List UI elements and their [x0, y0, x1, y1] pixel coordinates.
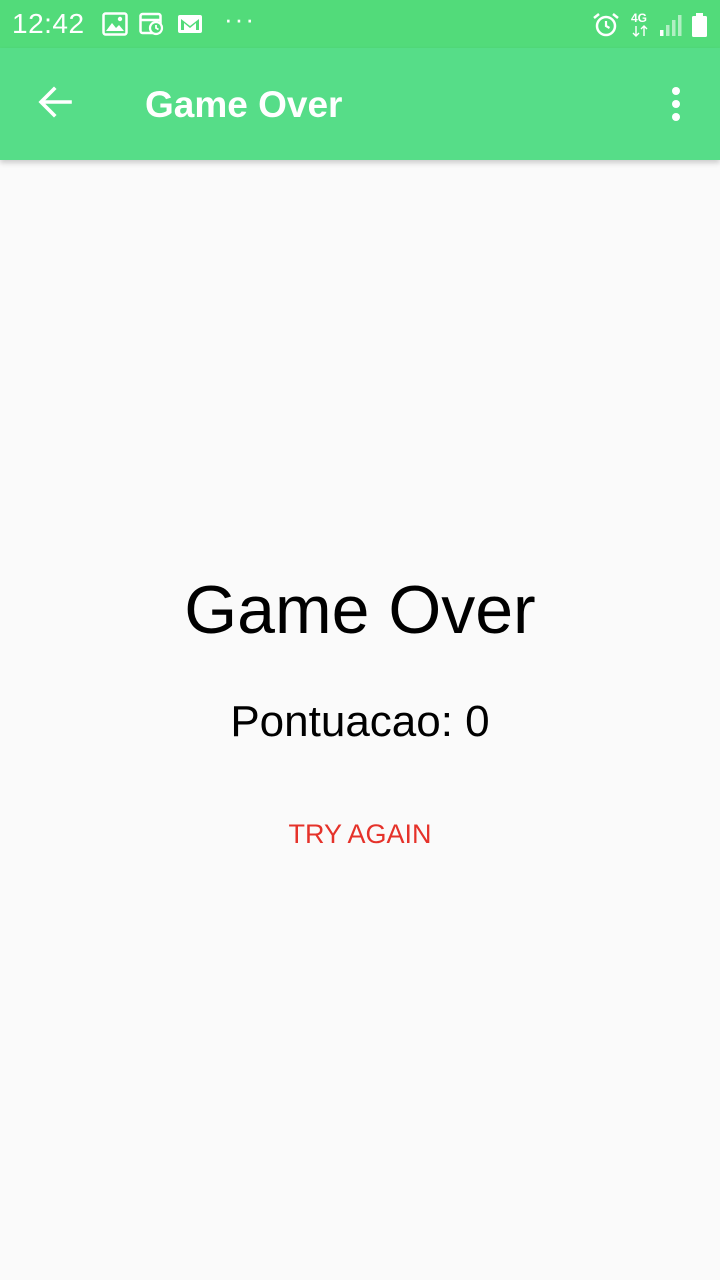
battery-icon: [690, 12, 710, 37]
image-icon: [102, 12, 128, 36]
score-label: Pontuacao: 0: [230, 697, 490, 746]
gmail-icon: [177, 12, 203, 36]
svg-text:4G: 4G: [631, 11, 647, 25]
more-notifications-indicator: ···: [224, 4, 256, 34]
app-bar: Game Over: [0, 48, 720, 160]
more-vert-icon: [670, 86, 682, 127]
status-time: 12:42: [12, 8, 85, 39]
4g-icon: 4G: [630, 10, 652, 37]
alarm-icon: [592, 12, 620, 37]
main-content: Game Over Pontuacao: 0 TRY AGAIN: [0, 160, 720, 1280]
status-bar: 12:42 ··· 4G: [0, 0, 720, 48]
overflow-menu-button[interactable]: [650, 78, 702, 134]
game-over-heading: Game Over: [184, 572, 536, 648]
calendar-clock-icon: [139, 12, 165, 36]
app-bar-title: Game Over: [145, 84, 343, 125]
back-arrow-icon: [37, 84, 73, 125]
try-again-button[interactable]: TRY AGAIN: [260, 804, 460, 864]
back-button[interactable]: [26, 76, 84, 132]
signal-icon: [658, 12, 684, 36]
